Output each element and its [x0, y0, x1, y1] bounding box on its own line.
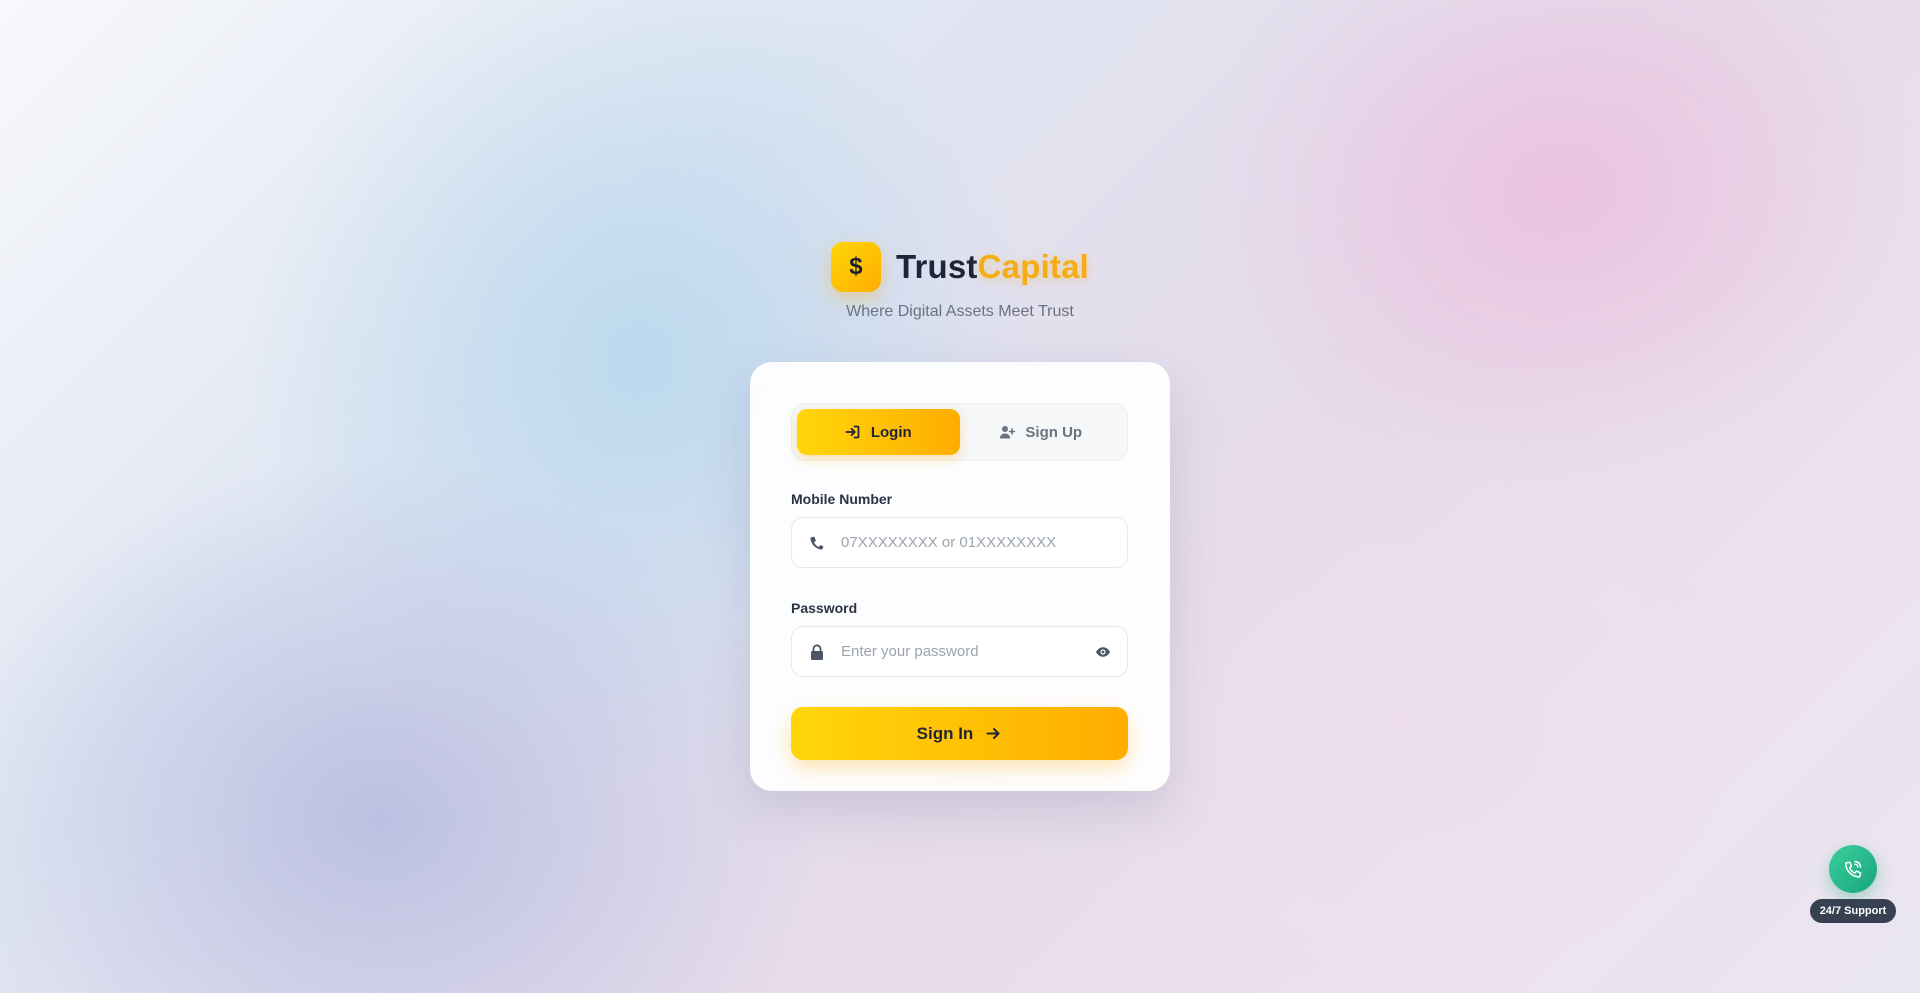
auth-tabs: Login Sign Up	[791, 403, 1128, 461]
logo-dollar-icon: $	[849, 253, 863, 280]
support-widget: 24/7 Support	[1807, 845, 1899, 923]
brand-tagline: Where Digital Assets Meet Trust	[846, 303, 1074, 320]
brand-name: TrustCapital	[896, 248, 1089, 286]
tab-signup[interactable]: Sign Up	[960, 409, 1123, 455]
brand-header: $ TrustCapital	[0, 242, 1920, 292]
support-call-button[interactable]	[1829, 845, 1877, 893]
phone-icon	[810, 536, 824, 550]
toggle-password-visibility[interactable]	[1093, 642, 1113, 662]
sign-in-label: Sign In	[916, 723, 974, 743]
brand-logo: $	[830, 242, 881, 292]
password-field-wrapper	[791, 626, 1128, 677]
mobile-input[interactable]	[841, 534, 1113, 551]
tab-signup-label: Sign Up	[1025, 423, 1083, 441]
user-plus-icon	[1000, 426, 1016, 439]
phone-call-icon	[1844, 860, 1862, 878]
tab-login-label: Login	[870, 423, 912, 441]
arrow-right-icon	[986, 728, 1000, 739]
sign-in-button[interactable]: Sign In	[791, 707, 1128, 760]
tab-login[interactable]: Login	[797, 409, 960, 455]
brand-name-part1: Trust	[895, 248, 978, 285]
eye-icon	[1096, 646, 1110, 657]
password-label: Password	[791, 600, 858, 616]
password-input[interactable]	[841, 643, 1078, 660]
sign-in-icon	[845, 425, 860, 439]
mobile-label: Mobile Number	[791, 491, 893, 507]
login-card: Login Sign Up Mobile Number Password	[750, 362, 1170, 791]
lock-icon	[811, 643, 823, 660]
brand-name-part2: Capital	[977, 248, 1090, 285]
support-label: 24/7 Support	[1809, 899, 1897, 923]
mobile-field-wrapper	[791, 517, 1128, 568]
